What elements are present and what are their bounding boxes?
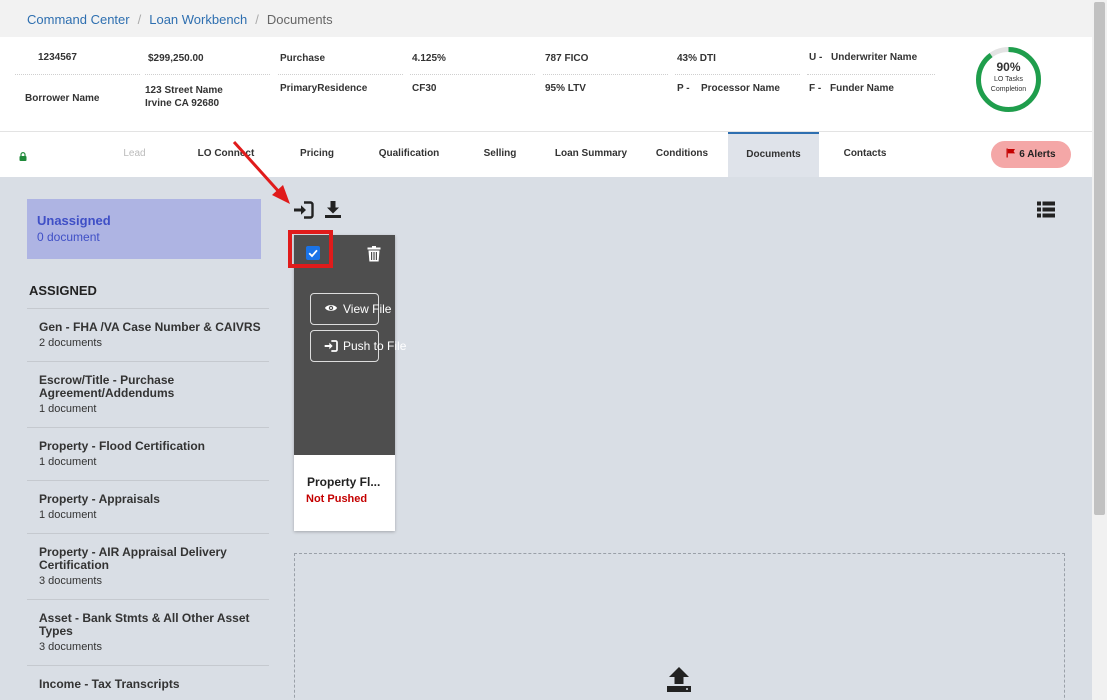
occupancy: PrimaryResidence [280, 83, 368, 94]
tab-contacts[interactable]: Contacts [836, 132, 894, 178]
ltv-ratio: 95% LTV [545, 83, 586, 94]
folder-title: Property - Appraisals [39, 492, 160, 506]
tab-loan-summary[interactable]: Loan Summary [548, 132, 634, 178]
view-file-label: View File [343, 302, 392, 316]
address-line2: Irvine CA 92680 [145, 98, 220, 109]
loan-amount: $299,250.00 [148, 53, 204, 64]
folder-item[interactable]: Asset - Bank Stmts & All Other Asset Typ… [27, 599, 269, 665]
folder-item[interactable]: Income - Tax Transcripts [27, 665, 269, 700]
folder-title: Property - AIR Appraisal Delivery Certif… [39, 545, 227, 572]
progress-label-line1: LO Tasks [993, 76, 1024, 83]
loan-info-header: 1234567 $299,250.00 Purchase 4.125% 787 … [0, 37, 1092, 131]
processor-prefix: P - [677, 83, 690, 94]
folder-count: 3 documents [39, 641, 102, 653]
folder-count: 2 documents [39, 337, 102, 349]
divider [278, 74, 403, 75]
breadcrumb-separator: / [137, 12, 142, 27]
unassigned-count: 0 document [37, 230, 100, 244]
document-card[interactable]: View File Push to File Property Fl... No… [288, 230, 406, 531]
push-to-file-button[interactable]: Push to File [310, 330, 406, 362]
breadcrumb-current: Documents [266, 12, 333, 27]
divider [15, 74, 140, 75]
upload-icon [666, 666, 692, 697]
scrollbar-thumb[interactable] [1094, 2, 1105, 515]
unassigned-folder[interactable]: Unassigned 0 document [27, 199, 261, 259]
page-scrollbar[interactable] [1092, 0, 1107, 700]
processor-name: Processor Name [701, 83, 780, 94]
loan-purpose: Purchase [280, 53, 326, 64]
folder-count: 1 document [39, 509, 97, 521]
view-file-button[interactable]: View File [310, 293, 391, 325]
document-select-checkbox[interactable] [306, 246, 320, 260]
download-icon[interactable] [324, 200, 342, 224]
breadcrumb-separator: / [255, 12, 259, 27]
documents-workspace: Unassigned 0 document ASSIGNED Gen - FHA… [0, 177, 1092, 700]
folder-count: 3 documents [39, 575, 102, 587]
document-name: Property Fl... [307, 475, 381, 489]
alerts-button[interactable]: 6 Alerts [991, 141, 1071, 168]
annotation-arrow [232, 140, 290, 204]
loan-product: CF30 [412, 83, 437, 94]
divider [675, 74, 800, 75]
folder-title: Escrow/Title - Purchase Agreement/Addend… [39, 373, 175, 400]
loan-number: 1234567 [38, 52, 77, 63]
folder-count: 1 document [39, 403, 97, 415]
progress-label-line2: Completion [990, 86, 1027, 93]
trash-icon[interactable] [367, 246, 381, 267]
address-line1: 123 Street Name [145, 85, 223, 96]
folder-item[interactable]: Property - AIR Appraisal Delivery Certif… [27, 533, 269, 599]
divider [807, 74, 935, 75]
upload-dropzone[interactable] [294, 553, 1065, 700]
folder-title: Property - Flood Certification [39, 439, 206, 453]
check-icon [308, 249, 318, 258]
divider [543, 74, 668, 75]
document-preview: View File Push to File [288, 230, 406, 455]
tab-documents[interactable]: Documents [728, 132, 819, 178]
tab-bar: Lead LO Connect Pricing Qualification Se… [0, 131, 1092, 178]
folder-item[interactable]: Escrow/Title - Purchase Agreement/Addend… [27, 361, 269, 427]
document-status: Not Pushed [306, 493, 368, 505]
borrower-name: Borrower Name [25, 93, 100, 104]
folder-item[interactable]: Gen - FHA /VA Case Number & CAIVRS 2 docu… [27, 308, 269, 361]
interest-rate: 4.125% [412, 53, 446, 64]
dti-ratio: 43% DTI [677, 53, 716, 64]
breadcrumb: Command Center / Loan Workbench / Documents [0, 0, 1092, 38]
tab-lead[interactable]: Lead [112, 132, 157, 178]
tab-selling[interactable]: Selling [470, 132, 530, 178]
lo-tasks-progress: 90% LO Tasks Completion [975, 46, 1042, 113]
breadcrumb-loan-workbench[interactable]: Loan Workbench [149, 12, 247, 27]
folder-title: Gen - FHA /VA Case Number & CAIVRS [39, 320, 261, 334]
funder-prefix: F - [809, 83, 822, 94]
divider [410, 74, 535, 75]
folder-item[interactable]: Property - Appraisals 1 document [27, 480, 269, 533]
progress-label: LO Tasks Completion [975, 75, 1042, 95]
fico-score: 787 FICO [545, 53, 589, 64]
underwriter-prefix: U - [809, 52, 823, 63]
divider [145, 74, 270, 75]
push-to-file-label: Push to File [343, 339, 407, 353]
unassigned-title: Unassigned [37, 213, 111, 228]
list-view-icon[interactable] [1037, 201, 1055, 223]
tab-conditions[interactable]: Conditions [650, 132, 714, 178]
assigned-folder-list: Gen - FHA /VA Case Number & CAIVRS 2 docu… [27, 308, 269, 700]
alerts-label: 6 Alerts [1019, 149, 1056, 160]
progress-percent: 90% [996, 60, 1021, 74]
folder-title: Asset - Bank Stmts & All Other Asset Typ… [39, 611, 250, 638]
folder-title: Income - Tax Transcripts [39, 677, 180, 691]
funder-name: Funder Name [830, 83, 894, 94]
flag-icon [1006, 148, 1016, 158]
folder-item[interactable]: Property - Flood Certification 1 document [27, 427, 269, 480]
push-icon [324, 340, 338, 352]
breadcrumb-command-center[interactable]: Command Center [27, 12, 130, 27]
folder-count: 1 document [39, 456, 97, 468]
underwriter-name: Underwriter Name [831, 52, 918, 63]
tab-qualification[interactable]: Qualification [368, 132, 450, 178]
lock-icon[interactable] [19, 148, 27, 166]
assigned-heading: ASSIGNED [29, 283, 97, 298]
eye-icon [325, 305, 337, 311]
